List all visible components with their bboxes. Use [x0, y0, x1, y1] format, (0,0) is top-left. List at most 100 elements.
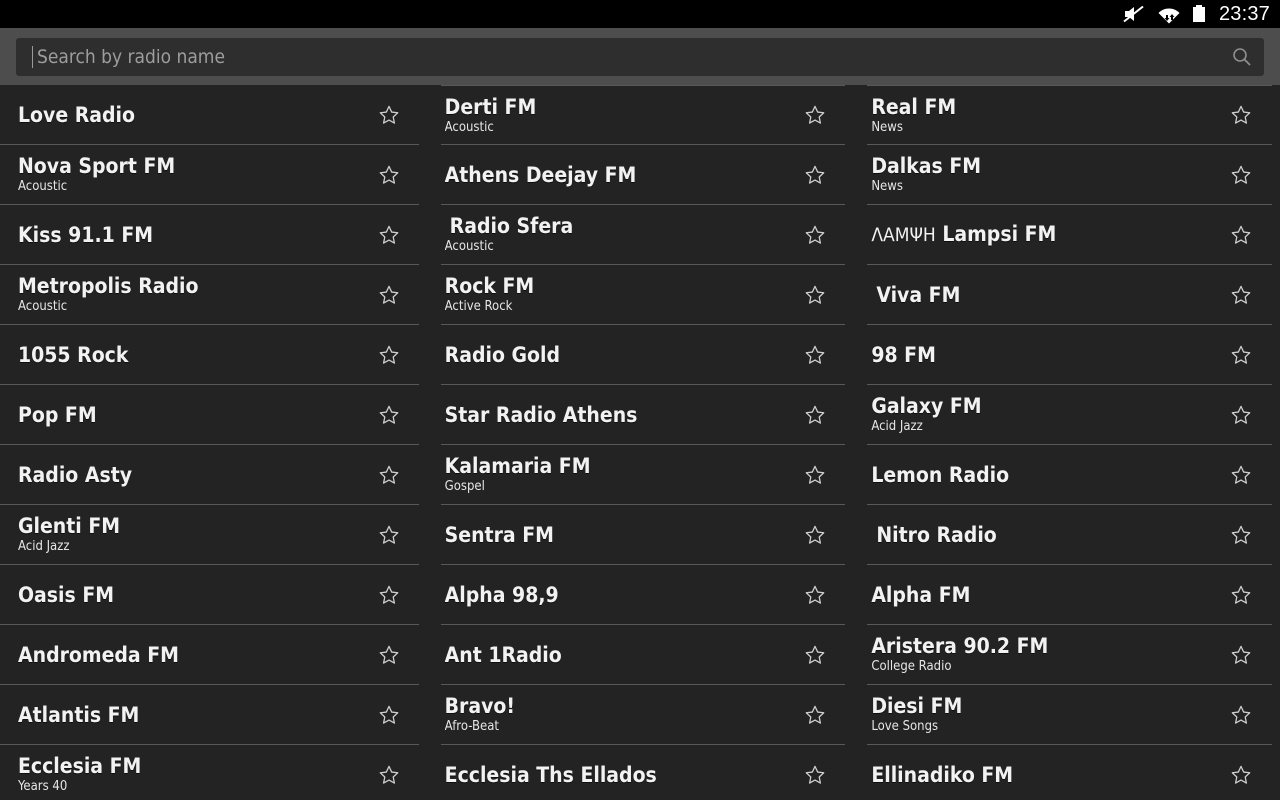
- station-row[interactable]: Andromeda FM: [0, 625, 419, 685]
- station-row[interactable]: Kalamaria FM Gospel: [440, 445, 846, 505]
- station-row[interactable]: Derti FM Acoustic: [440, 85, 846, 145]
- favorite-star-icon[interactable]: [372, 698, 406, 732]
- favorite-star-icon[interactable]: [1224, 398, 1258, 432]
- station-name: Ecclesia Ths Ellados: [444, 762, 657, 787]
- favorite-star-icon[interactable]: [372, 398, 406, 432]
- station-row[interactable]: Kiss 91.1 FM: [0, 205, 419, 265]
- station-row[interactable]: Oasis FM: [0, 565, 419, 625]
- favorite-star-icon[interactable]: [798, 698, 832, 732]
- station-row[interactable]: Nova Sport FM Acoustic: [0, 145, 419, 205]
- station-row[interactable]: 1055 Rock: [0, 325, 419, 385]
- favorite-star-icon[interactable]: [798, 398, 832, 432]
- station-text-block: Derti FM Acoustic: [441, 95, 799, 136]
- station-text-block: Kiss 91.1 FM: [0, 223, 372, 247]
- favorite-star-icon[interactable]: [798, 578, 832, 612]
- favorite-star-icon[interactable]: [372, 638, 406, 672]
- station-name: Radio Asty: [18, 462, 133, 487]
- station-row[interactable]: Star Radio Athens: [440, 385, 846, 445]
- favorite-star-icon[interactable]: [1224, 638, 1258, 672]
- favorite-star-icon[interactable]: [372, 338, 406, 372]
- favorite-star-icon[interactable]: [798, 758, 832, 792]
- station-row[interactable]: Ant 1Radio: [440, 625, 846, 685]
- favorite-star-icon[interactable]: [1224, 578, 1258, 612]
- favorite-star-icon[interactable]: [798, 278, 832, 312]
- station-row[interactable]: Viva FM: [867, 265, 1272, 325]
- station-row[interactable]: Athens Deejay FM: [440, 145, 846, 205]
- station-text-block: Ellinadiko FM: [867, 763, 1224, 787]
- station-text-block: Ecclesia Ths Ellados: [441, 763, 799, 787]
- favorite-star-icon[interactable]: [1224, 158, 1258, 192]
- station-row[interactable]: Sentra FM: [440, 505, 846, 565]
- station-row[interactable]: Radio Gold: [440, 325, 846, 385]
- favorite-star-icon[interactable]: [798, 338, 832, 372]
- favorite-star-icon[interactable]: [372, 218, 406, 252]
- favorite-star-icon[interactable]: [1224, 338, 1258, 372]
- station-row[interactable]: Ellinadiko FM: [867, 745, 1272, 800]
- favorite-star-icon[interactable]: [798, 158, 832, 192]
- station-row[interactable]: Radio Sfera Acoustic: [440, 205, 846, 265]
- station-row[interactable]: Rock FM Active Rock: [440, 265, 846, 325]
- station-row[interactable]: Metropolis Radio Acoustic: [0, 265, 419, 325]
- station-row[interactable]: Ecclesia Ths Ellados: [441, 745, 846, 800]
- station-genre: News: [871, 179, 903, 194]
- favorite-star-icon[interactable]: [798, 458, 832, 492]
- station-text-block: Viva FM: [867, 283, 1224, 307]
- favorite-star-icon[interactable]: [1224, 518, 1258, 552]
- favorite-star-icon[interactable]: [372, 758, 406, 792]
- station-row[interactable]: Nitro Radio: [867, 505, 1272, 565]
- station-text-block: Lemon Radio: [867, 463, 1224, 487]
- station-text-block: 98 FM: [867, 343, 1224, 367]
- station-row[interactable]: Radio Asty: [0, 445, 419, 505]
- station-name: Sentra FM: [444, 522, 554, 547]
- favorite-star-icon[interactable]: [1224, 458, 1258, 492]
- favorite-star-icon[interactable]: [798, 518, 832, 552]
- station-row[interactable]: Diesi FM Love Songs: [867, 685, 1272, 745]
- station-name: Rock FM: [444, 274, 535, 298]
- station-row[interactable]: Alpha FM: [867, 565, 1272, 625]
- station-genre: Acoustic: [444, 239, 494, 254]
- favorite-star-icon[interactable]: [372, 98, 406, 132]
- station-row[interactable]: Ecclesia FM Years 40: [0, 745, 419, 800]
- battery-icon: [1191, 4, 1207, 24]
- favorite-star-icon[interactable]: [1224, 98, 1258, 132]
- station-text-block: Real FM News: [867, 95, 1224, 136]
- favorite-star-icon[interactable]: [1224, 698, 1258, 732]
- favorite-star-icon[interactable]: [1224, 758, 1258, 792]
- station-text-block: Star Radio Athens: [441, 403, 799, 427]
- favorite-star-icon[interactable]: [1224, 218, 1258, 252]
- station-row[interactable]: ΛΑΜΨΗ Lampsi FM: [867, 205, 1272, 265]
- station-row[interactable]: Alpha 98,9: [440, 565, 846, 625]
- favorite-star-icon[interactable]: [798, 218, 832, 252]
- station-name: Athens Deejay FM: [444, 162, 637, 187]
- station-row[interactable]: Aristera 90.2 FM College Radio: [867, 625, 1272, 685]
- station-name: Andromeda FM: [18, 642, 179, 667]
- station-text-block: Atlantis FM: [0, 703, 372, 727]
- search-input[interactable]: Search by radio name: [16, 37, 1264, 76]
- station-name: Metropolis Radio: [18, 274, 199, 298]
- station-row[interactable]: Atlantis FM: [0, 685, 419, 745]
- station-text-block: Alpha FM: [867, 583, 1224, 607]
- favorite-star-icon[interactable]: [1224, 278, 1258, 312]
- station-row[interactable]: Love Radio: [0, 85, 419, 145]
- station-row[interactable]: Glenti FM Acid Jazz: [0, 505, 419, 565]
- favorite-star-icon[interactable]: [372, 518, 406, 552]
- station-row[interactable]: Pop FM: [0, 385, 419, 445]
- favorite-star-icon[interactable]: [798, 98, 832, 132]
- station-text-block: Alpha 98,9: [441, 583, 799, 607]
- station-row[interactable]: Real FM News: [867, 85, 1272, 145]
- station-name: Kalamaria FM: [444, 454, 591, 478]
- favorite-star-icon[interactable]: [372, 578, 406, 612]
- station-text-block: Ecclesia FM Years 40: [0, 754, 372, 795]
- station-row[interactable]: Lemon Radio: [867, 445, 1272, 505]
- station-text-block: Glenti FM Acid Jazz: [0, 514, 372, 555]
- search-icon[interactable]: [1232, 47, 1252, 67]
- station-genre: Afro-Beat: [444, 719, 499, 734]
- station-row[interactable]: Galaxy FM Acid Jazz: [867, 385, 1272, 445]
- favorite-star-icon[interactable]: [372, 278, 406, 312]
- station-row[interactable]: 98 FM: [867, 325, 1272, 385]
- favorite-star-icon[interactable]: [372, 458, 406, 492]
- favorite-star-icon[interactable]: [798, 638, 832, 672]
- station-row[interactable]: Dalkas FM News: [867, 145, 1272, 205]
- station-row[interactable]: Bravo! Afro-Beat: [440, 685, 846, 745]
- favorite-star-icon[interactable]: [372, 158, 406, 192]
